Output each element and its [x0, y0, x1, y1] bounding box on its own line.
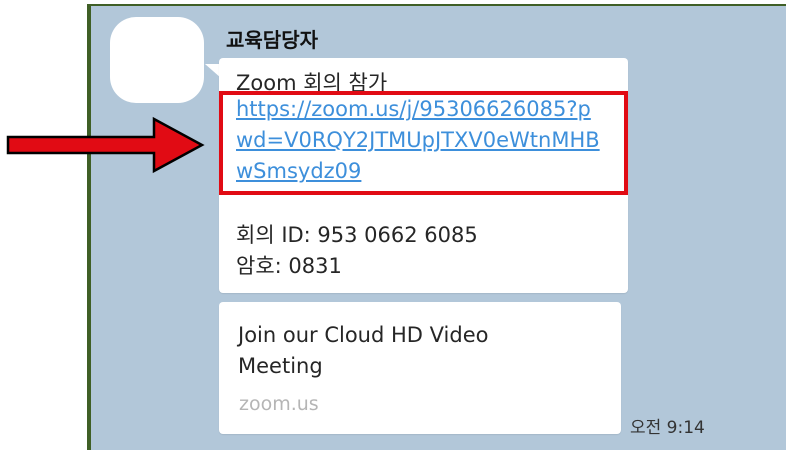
sender-avatar[interactable] [110, 17, 204, 103]
message-timestamp: 오전 9:14 [630, 418, 705, 438]
link-preview-domain: zoom.us [239, 393, 319, 415]
right-arrow-icon [6, 116, 205, 174]
link-highlight-box [219, 91, 628, 195]
sender-name: 교육담당자 [226, 28, 318, 52]
meeting-id-text: 회의 ID: 953 0662 6085 [236, 223, 478, 247]
passcode-text: 암호: 0831 [236, 254, 342, 278]
link-preview-title: Join our Cloud HD Video Meeting [238, 323, 489, 378]
